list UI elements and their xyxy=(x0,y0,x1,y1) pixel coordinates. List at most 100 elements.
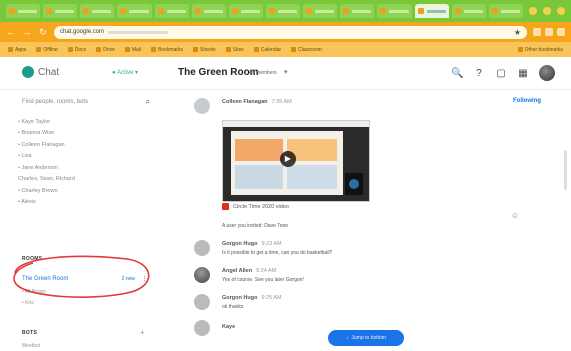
browser-tab[interactable] xyxy=(80,4,115,18)
bookmark-item[interactable]: Mail xyxy=(125,47,141,53)
bookmark-item[interactable]: Sheets xyxy=(193,47,216,53)
sidebar-dm-item[interactable]: • Kaye Taylor xyxy=(18,116,148,128)
bookmark-item[interactable]: Drive xyxy=(96,47,115,53)
url-field[interactable]: chat.google.com ★ xyxy=(54,25,527,39)
tab-title-redacted xyxy=(277,9,298,13)
favicon-icon xyxy=(491,8,498,14)
message-text: Is it possible to get a time, can you do… xyxy=(222,250,333,256)
browser-tab[interactable] xyxy=(265,4,301,18)
tab-title-redacted xyxy=(92,9,112,13)
app-header: Chat ● Active ▾ The Green Room 48 member… xyxy=(0,58,571,90)
presenter-thumbnail xyxy=(345,173,363,195)
reload-icon[interactable]: ↻ xyxy=(38,27,48,38)
other-bookmarks[interactable]: Other bookmarks xyxy=(518,47,563,53)
favicon-icon xyxy=(9,8,15,14)
message-text: A user you invited: Dave Tone xyxy=(222,223,289,229)
sidebar-search[interactable]: Find people, rooms, bots ⌕ xyxy=(22,96,150,108)
bookmark-star-icon[interactable]: ★ xyxy=(514,28,521,37)
browser-tab[interactable] xyxy=(117,4,152,18)
url-path-redacted xyxy=(108,30,169,34)
minimize-window-icon[interactable] xyxy=(528,7,537,15)
bots-section-label: BOTS xyxy=(22,330,38,336)
browser-tab[interactable] xyxy=(377,4,412,18)
browser-tab[interactable] xyxy=(414,4,449,18)
extension-icon[interactable] xyxy=(557,28,565,36)
extension-icons xyxy=(533,28,565,36)
arrow-down-icon: ↓ xyxy=(346,335,349,341)
bookmark-item[interactable]: Docs xyxy=(68,47,86,53)
bookmark-item[interactable]: Apps xyxy=(8,47,26,53)
jump-label: Jump to bottom xyxy=(351,335,386,341)
sidebar-dm-item[interactable]: • Alexis xyxy=(18,197,148,209)
extension-icon[interactable] xyxy=(533,28,541,36)
close-window-icon[interactable] xyxy=(556,7,565,15)
search-icon[interactable]: 🔍 xyxy=(451,68,463,79)
sidebar-dm-item[interactable]: • Brianna Wise xyxy=(18,128,148,140)
tab-title-redacted xyxy=(463,9,483,13)
maximize-window-icon[interactable] xyxy=(542,7,551,15)
search-icon[interactable]: ⌕ xyxy=(146,97,150,107)
list-item[interactable]: Meetbot xyxy=(22,343,40,349)
browser-tab[interactable] xyxy=(191,4,226,18)
sidebar-dm-item[interactable]: • Jane Anderson xyxy=(18,162,148,174)
list-item[interactable]: • All Brown xyxy=(22,289,46,295)
browser-tab[interactable] xyxy=(43,4,78,18)
emoji-icon[interactable]: ☺ xyxy=(511,211,519,220)
tab-title-redacted xyxy=(500,9,520,13)
browser-tab[interactable] xyxy=(228,4,263,18)
search-input[interactable]: Find people, rooms, bots xyxy=(22,99,88,105)
bookmark-item[interactable]: Classroom xyxy=(291,47,322,53)
play-icon[interactable]: ▶ xyxy=(280,151,296,167)
jump-to-bottom-button[interactable]: ↓ Jump to bottom xyxy=(328,330,404,346)
favicon-icon xyxy=(83,8,90,14)
browser-tab[interactable] xyxy=(488,4,523,18)
favicon-icon xyxy=(268,8,275,14)
bookmark-item[interactable]: Offline xyxy=(36,47,57,53)
message-sender: Gorgon Hugo 9:25 AM xyxy=(222,295,282,301)
browser-tab[interactable] xyxy=(451,4,486,18)
chevron-down-icon[interactable]: ▾ xyxy=(284,68,288,76)
attachment-chip[interactable]: Circle Time 2020 video xyxy=(222,203,289,210)
bookmark-item[interactable]: Sites xyxy=(226,47,244,53)
following-button[interactable]: Following xyxy=(513,98,541,104)
add-bot-icon[interactable]: + xyxy=(140,328,145,337)
sidebar-dm-item[interactable]: Charles, Sean, Richard xyxy=(18,174,148,186)
message-sender: Kaye xyxy=(222,324,236,330)
url-text: chat.google.com xyxy=(60,29,105,35)
message-sender: Gorgon Hugo 9:23 AM xyxy=(222,241,282,247)
help-icon[interactable]: ? xyxy=(473,68,485,79)
browser-tab[interactable] xyxy=(6,4,41,18)
bookmark-item[interactable]: Calendar xyxy=(254,47,281,53)
tab-title-redacted xyxy=(55,9,75,13)
preview-pane xyxy=(235,139,283,161)
browser-tab[interactable] xyxy=(340,4,375,18)
extension-icon[interactable] xyxy=(545,28,553,36)
message-text: ok thanks xyxy=(222,304,244,310)
favicon-icon xyxy=(306,8,313,14)
sidebar-dm-item[interactable]: • Colleen Flanagan xyxy=(18,139,148,151)
video-preview-thumbnail[interactable]: ▶ xyxy=(222,120,370,202)
apps-grid-icon[interactable]: ▦ xyxy=(517,68,529,79)
sidebar-item-the-green-room[interactable]: The Green Room 2 new ⋮ xyxy=(22,273,148,285)
bookmark-item[interactable]: Bookmarks xyxy=(151,47,183,53)
sidebar-dm-item[interactable]: • Charley Brown xyxy=(18,185,148,197)
back-icon[interactable]: ← xyxy=(6,27,16,37)
favicon-icon xyxy=(120,8,127,14)
preview-toolbar xyxy=(223,121,369,127)
scrollbar[interactable] xyxy=(564,150,567,190)
forward-icon[interactable]: → xyxy=(22,27,32,37)
feedback-icon[interactable]: ▢ xyxy=(495,68,507,79)
sidebar-dm-item[interactable]: • Lisa xyxy=(18,151,148,163)
tab-title-redacted xyxy=(352,9,372,13)
direct-messages-list: • Kaye Taylor • Brianna Wise • Colleen Fla… xyxy=(18,116,148,208)
unread-badge: 2 new xyxy=(121,276,135,282)
account-avatar[interactable] xyxy=(539,65,555,81)
tab-title-redacted xyxy=(129,9,149,13)
status-dropdown[interactable]: ● Active ▾ xyxy=(112,69,138,76)
more-options-icon[interactable]: ⋮ xyxy=(141,275,148,283)
avatar xyxy=(194,98,210,114)
list-item[interactable]: • Kris xyxy=(22,300,34,306)
room-members-count[interactable]: 48 members xyxy=(249,70,277,76)
browser-tab[interactable] xyxy=(154,4,189,18)
browser-tab[interactable] xyxy=(303,4,338,18)
